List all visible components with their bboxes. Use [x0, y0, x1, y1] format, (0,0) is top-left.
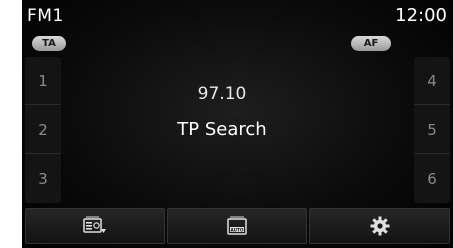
screen: FM1 12:00 TA AF 1 2 3 4 5 6 97.10 TP Sea…: [0, 0, 453, 248]
radio-auto-icon: AUTO: [227, 216, 247, 235]
radio-list-icon: [83, 216, 106, 233]
preset-button-5[interactable]: 5: [414, 106, 450, 154]
ta-toggle-button[interactable]: TA: [32, 36, 66, 51]
frequency-readout: 97.10: [197, 84, 247, 104]
preset-button-4[interactable]: 4: [414, 57, 450, 105]
settings-button[interactable]: [309, 208, 450, 244]
gear-icon: [370, 216, 389, 236]
band-label: FM1: [27, 6, 64, 26]
preset-column-right: 4 5 6: [414, 57, 450, 203]
auto-icon-label: AUTO: [231, 227, 244, 232]
radio-display: FM1 12:00 TA AF 1 2 3 4 5 6 97.10 TP Sea…: [22, 0, 453, 248]
preset-button-1[interactable]: 1: [25, 57, 61, 105]
clock: 12:00: [395, 5, 447, 26]
bottom-bar: AUTO: [25, 208, 450, 244]
preset-button-6[interactable]: 6: [414, 155, 450, 203]
radio-list-button[interactable]: [25, 208, 165, 244]
auto-store-button[interactable]: AUTO: [167, 208, 307, 244]
preset-button-2[interactable]: 2: [25, 106, 61, 154]
af-toggle-button[interactable]: AF: [351, 36, 391, 51]
tuner-status: TP Search: [177, 119, 267, 140]
preset-column-left: 1 2 3: [25, 57, 61, 203]
preset-button-3[interactable]: 3: [25, 155, 61, 203]
